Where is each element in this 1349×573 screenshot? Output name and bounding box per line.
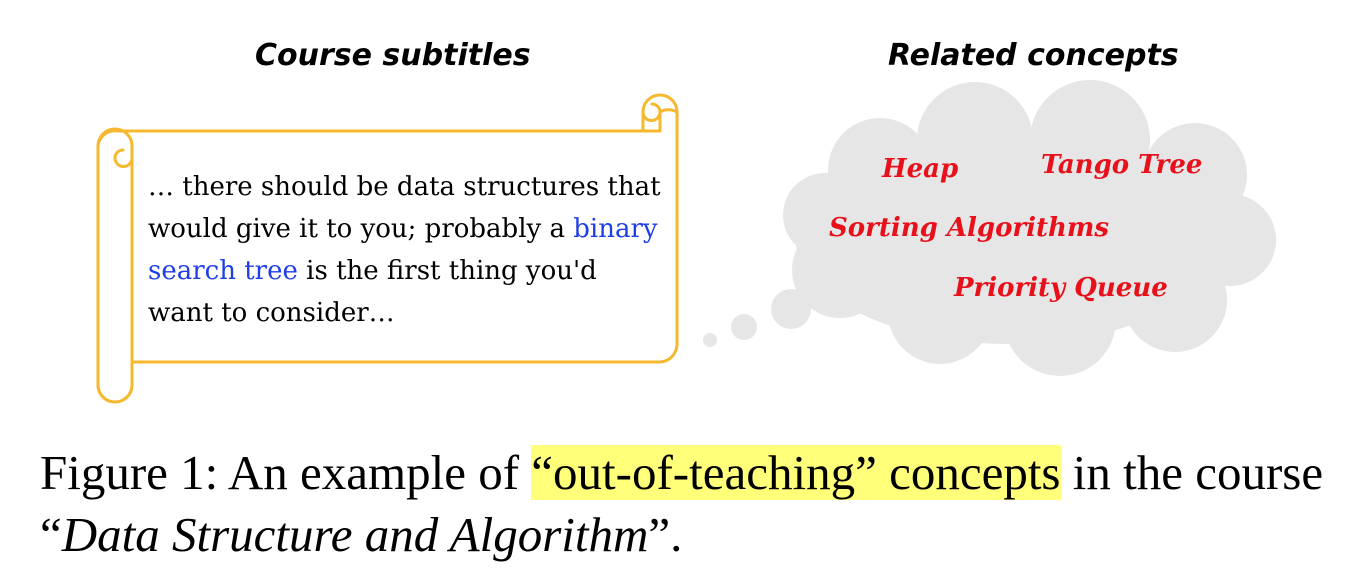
course-subtitle-excerpt: … there should be data structures that w…	[148, 166, 668, 334]
caption-course-name: Data Structure and Algorithm	[61, 507, 649, 562]
caption-suffix: ”.	[648, 507, 683, 562]
concept-sorting-algorithms: Sorting Algorithms	[829, 213, 1110, 243]
concept-tango-tree: Tango Tree	[1041, 150, 1203, 180]
caption-highlight: “out-of-teaching” concepts	[531, 445, 1061, 500]
caption-prefix: Figure 1: An example of	[40, 445, 532, 500]
concept-priority-queue: Priority Queue	[954, 273, 1168, 303]
figure-caption: Figure 1: An example of “out-of-teaching…	[40, 442, 1330, 566]
concept-heap: Heap	[882, 154, 959, 184]
